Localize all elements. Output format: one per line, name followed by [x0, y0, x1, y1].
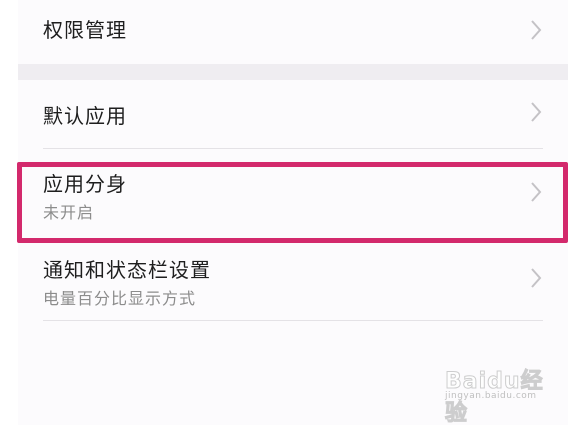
settings-item-notification-statusbar[interactable]: 通知和状态栏设置 电量百分比显示方式: [18, 248, 568, 320]
settings-item-default-apps[interactable]: 默认应用: [18, 80, 568, 148]
settings-item-title: 应用分身: [43, 172, 127, 196]
chevron-right-icon: [531, 182, 542, 202]
settings-item-app-clone[interactable]: 应用分身 未开启: [18, 162, 568, 234]
watermark-url: jingyan.baidu.com: [445, 391, 537, 401]
settings-item-subtitle: 未开启: [43, 203, 95, 222]
settings-item-title: 通知和状态栏设置: [43, 258, 211, 282]
settings-item-permission-management[interactable]: 权限管理: [18, 0, 568, 64]
settings-item-subtitle: 电量百分比显示方式: [43, 289, 197, 308]
chevron-right-icon: [531, 20, 542, 40]
settings-item-title: 默认应用: [43, 104, 127, 128]
watermark: Baidu经验 jingyan.baidu.com: [443, 363, 553, 425]
divider: [43, 148, 543, 149]
chevron-right-icon: [531, 102, 542, 122]
section-divider: [18, 64, 568, 80]
settings-section-top: 权限管理: [18, 0, 568, 64]
chevron-right-icon: [531, 268, 542, 288]
divider: [43, 320, 543, 321]
settings-item-title: 权限管理: [43, 18, 127, 42]
settings-screen: 权限管理 默认应用 应用分身 未开启 通知和状态栏设置 电量百分比显示方式 Ba…: [0, 0, 585, 425]
